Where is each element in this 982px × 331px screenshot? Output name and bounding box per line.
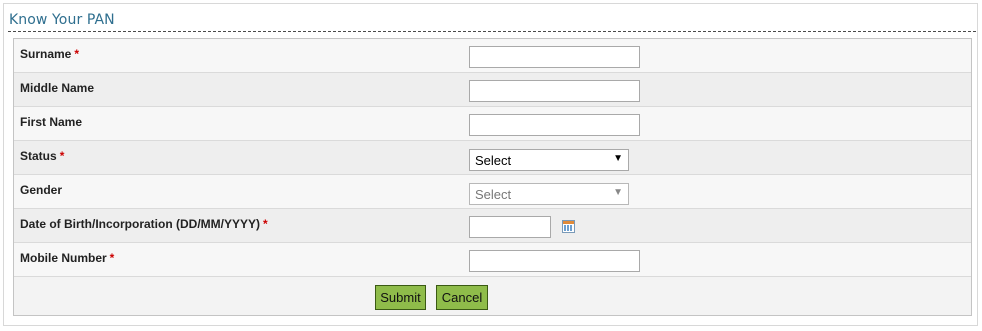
form-row-gender: Gender Select ▼ — [14, 175, 971, 209]
first-name-input[interactable] — [469, 114, 640, 136]
dob-input[interactable] — [469, 216, 551, 238]
cancel-button[interactable]: Cancel — [436, 285, 488, 310]
gender-selected-value: Select — [475, 187, 512, 202]
required-mark: * — [59, 149, 65, 163]
form-row-first-name: First Name — [14, 107, 971, 141]
status-label: Status * — [20, 149, 65, 163]
submit-button[interactable]: Submit — [375, 285, 426, 310]
form-row-surname: Surname * — [14, 39, 971, 73]
mobile-input[interactable] — [469, 250, 640, 272]
middle-name-input[interactable] — [469, 80, 640, 102]
middle-name-label: Middle Name — [20, 81, 95, 95]
pan-form: Surname * Middle Name First Name Status * … — [13, 38, 972, 316]
status-selected-value: Select — [475, 153, 512, 168]
form-row-dob: Date of Birth/Incorporation (DD/MM/YYYY)… — [14, 209, 971, 243]
required-mark: * — [74, 47, 80, 61]
form-row-middle-name: Middle Name — [14, 73, 971, 107]
required-mark: * — [109, 251, 115, 265]
chevron-down-icon: ▼ — [613, 153, 623, 164]
chevron-down-icon: ▼ — [613, 187, 623, 198]
gender-select[interactable]: Select ▼ — [469, 183, 629, 205]
surname-label: Surname * — [20, 47, 80, 61]
gender-label: Gender — [20, 183, 63, 197]
form-row-status: Status * Select ▼ — [14, 141, 971, 175]
calendar-icon[interactable] — [562, 220, 575, 233]
first-name-label: First Name — [20, 115, 83, 129]
form-actions: Submit Cancel — [14, 280, 971, 315]
status-select[interactable]: Select ▼ — [469, 149, 629, 171]
dob-label: Date of Birth/Incorporation (DD/MM/YYYY)… — [20, 217, 268, 231]
required-mark: * — [263, 217, 268, 231]
form-row-mobile: Mobile Number * — [14, 243, 971, 277]
mobile-label: Mobile Number * — [20, 251, 115, 265]
page-title: Know Your PAN — [9, 12, 115, 28]
title-divider — [8, 31, 976, 32]
surname-input[interactable] — [469, 46, 640, 68]
